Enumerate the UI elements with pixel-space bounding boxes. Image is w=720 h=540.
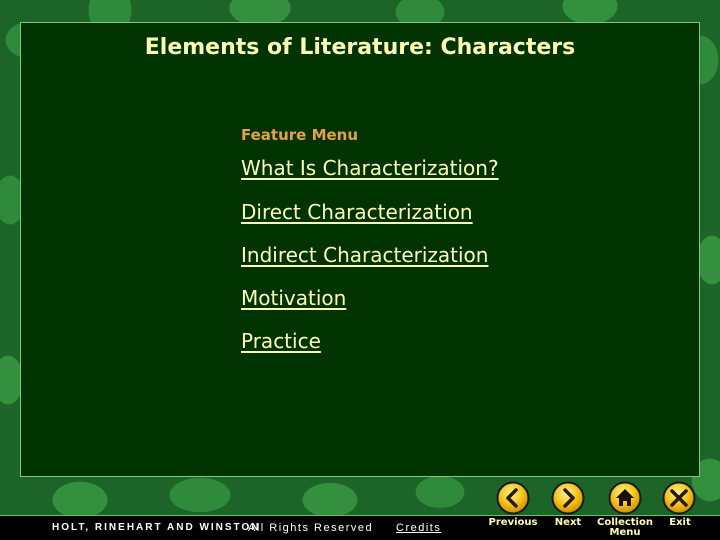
- collection-menu-label[interactable]: Collection Menu: [594, 518, 656, 538]
- menu-link-motivation[interactable]: Motivation: [241, 286, 346, 310]
- menu-link-practice[interactable]: Practice: [241, 329, 321, 353]
- collection-label-line2: Menu: [609, 527, 641, 538]
- menu-link-what-is-characterization[interactable]: What Is Characterization?: [241, 156, 499, 180]
- slide-title: Elements of Literature: Characters: [144, 35, 576, 60]
- next-label[interactable]: Next: [548, 518, 588, 528]
- collection-menu-button[interactable]: [608, 481, 642, 515]
- exit-button[interactable]: [662, 481, 696, 515]
- menu-link-direct-characterization[interactable]: Direct Characterization: [241, 200, 473, 224]
- previous-button[interactable]: [496, 481, 530, 515]
- slide-panel: Elements of Literature: Characters Featu…: [20, 22, 700, 477]
- previous-label[interactable]: Previous: [484, 518, 542, 528]
- exit-label[interactable]: Exit: [662, 518, 698, 528]
- publisher-name: HOLT, RINEHART AND WINSTON: [52, 522, 261, 533]
- rights-text: All Rights Reserved: [248, 522, 374, 534]
- credits-link[interactable]: Credits: [396, 522, 441, 534]
- feature-menu-label: Feature Menu: [241, 126, 359, 144]
- next-button[interactable]: [551, 481, 585, 515]
- menu-link-indirect-characterization[interactable]: Indirect Characterization: [241, 243, 488, 267]
